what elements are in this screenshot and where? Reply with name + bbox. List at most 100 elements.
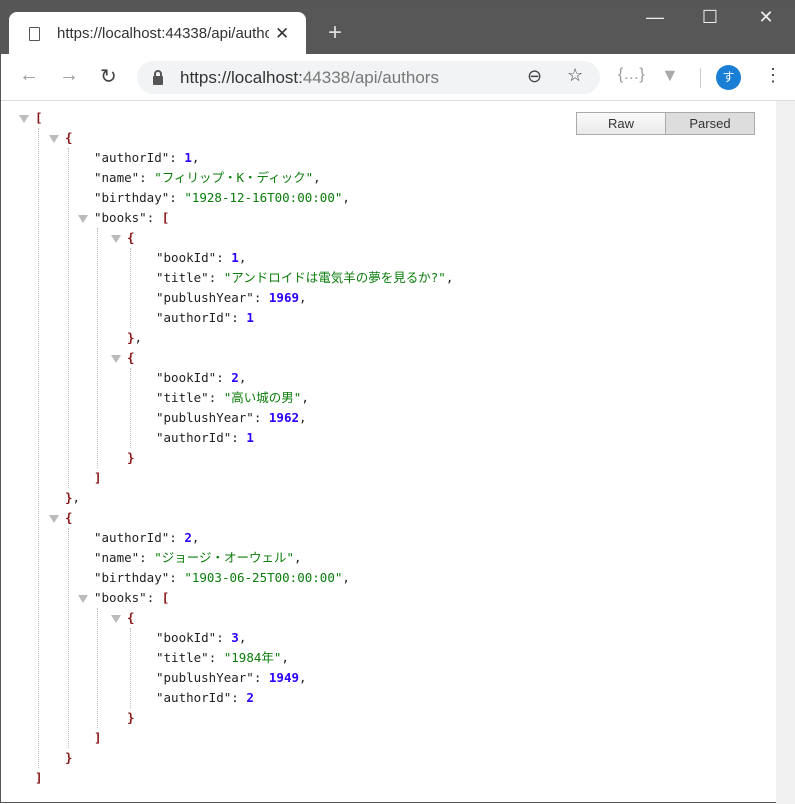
json-line: "title": "高い城の男", — [156, 388, 309, 408]
json-punct: , — [342, 190, 350, 205]
json-punct: , — [238, 250, 247, 265]
json-punct: : — [146, 590, 162, 605]
json-viewer-extension-icon[interactable]: {…} — [618, 66, 645, 84]
json-line: }, — [127, 328, 142, 348]
json-key: "name" — [94, 170, 140, 185]
avatar[interactable]: す — [716, 65, 741, 90]
json-line: ] — [94, 468, 102, 488]
json-punct: : — [216, 630, 232, 645]
lock-icon — [153, 69, 163, 85]
indent-guide — [97, 608, 98, 728]
address-bar[interactable]: https://localhost:44338/api/authors ⊖ ☆ — [137, 61, 600, 94]
json-brace: ] — [35, 770, 43, 785]
json-line: [ — [35, 108, 43, 128]
json-number: 1 — [246, 310, 254, 325]
document-icon — [29, 26, 40, 41]
json-line: "books": [ — [94, 588, 169, 608]
json-punct: : — [146, 210, 162, 225]
json-line: "authorId": 1, — [94, 148, 199, 168]
back-button[interactable]: ← — [19, 64, 39, 87]
json-line: "authorId": 2, — [94, 528, 199, 548]
scrollbar[interactable] — [776, 101, 795, 804]
json-line: "publushYear": 1962, — [156, 408, 307, 428]
json-punct: : — [169, 530, 185, 545]
json-line: "authorId": 2 — [156, 688, 254, 708]
json-key: "bookId" — [156, 250, 217, 265]
json-line: "publushYear": 1969, — [156, 288, 307, 308]
new-tab-button[interactable]: + — [328, 19, 342, 47]
json-punct: , — [445, 270, 454, 285]
json-brace: } — [127, 710, 135, 725]
json-key: "title" — [156, 390, 209, 405]
menu-icon[interactable]: ⋮ — [764, 65, 782, 86]
json-number: 2 — [231, 370, 239, 385]
json-brace: } — [127, 330, 135, 345]
json-key: "bookId" — [156, 370, 217, 385]
json-brace: { — [127, 350, 135, 365]
json-punct: , — [191, 530, 200, 545]
raw-button[interactable]: Raw — [576, 112, 666, 135]
json-brace: ] — [94, 470, 102, 485]
json-punct: : — [139, 170, 155, 185]
json-key: "name" — [94, 550, 140, 565]
json-punct: : — [253, 290, 269, 305]
json-line: { — [127, 608, 135, 628]
vue-extension-icon[interactable]: ▼ — [661, 65, 679, 86]
json-number: 1 — [231, 250, 239, 265]
tab-close-icon[interactable]: ✕ — [275, 24, 289, 44]
forward-button[interactable]: → — [59, 64, 79, 87]
bookmark-star-icon[interactable]: ☆ — [567, 65, 583, 86]
json-key: "title" — [156, 270, 209, 285]
json-line: { — [65, 128, 73, 148]
json-line: } — [65, 748, 73, 768]
json-brace: [ — [161, 590, 170, 605]
indent-guide — [97, 228, 98, 468]
json-line: "bookId": 1, — [156, 248, 246, 268]
json-key: "authorId" — [156, 690, 232, 705]
json-string: "フィリップ・K・ディック" — [154, 170, 314, 185]
json-key: "authorId" — [156, 430, 232, 445]
collapse-toggle-icon[interactable] — [78, 595, 88, 603]
json-key: "title" — [156, 650, 209, 665]
collapse-toggle-icon[interactable] — [78, 215, 88, 223]
json-string: "1984年" — [223, 650, 282, 665]
json-punct: : — [231, 690, 247, 705]
zoom-out-icon[interactable]: ⊖ — [527, 66, 542, 87]
collapse-toggle-icon[interactable] — [111, 615, 121, 623]
collapse-toggle-icon[interactable] — [49, 515, 59, 523]
json-brace: } — [65, 750, 73, 765]
json-brace: [ — [35, 110, 43, 125]
json-line: "publushYear": 1949, — [156, 668, 307, 688]
collapse-toggle-icon[interactable] — [19, 115, 29, 123]
json-punct: , — [299, 290, 307, 305]
json-punct: , — [299, 670, 307, 685]
json-line: "birthday": "1903-06-25T00:00:00", — [94, 568, 350, 588]
json-punct: : — [169, 150, 185, 165]
maximize-button[interactable]: ☐ — [690, 7, 730, 28]
collapse-toggle-icon[interactable] — [111, 235, 121, 243]
minimize-button[interactable]: — — [635, 7, 675, 28]
json-key: "authorId" — [94, 150, 170, 165]
json-brace: } — [127, 450, 135, 465]
json-string: "ジョージ・オーウェル" — [154, 550, 295, 565]
json-line: { — [127, 348, 135, 368]
json-key: "birthday" — [94, 190, 170, 205]
collapse-toggle-icon[interactable] — [111, 355, 121, 363]
browser-tab[interactable]: https://localhost:44338/api/authors ✕ — [9, 12, 306, 55]
url-path: 44338/api/authors — [302, 67, 439, 87]
json-key: "publushYear" — [156, 290, 254, 305]
json-line: "books": [ — [94, 208, 169, 228]
collapse-toggle-icon[interactable] — [49, 135, 59, 143]
reload-button[interactable]: ↻ — [100, 64, 117, 89]
json-key: "authorId" — [156, 310, 232, 325]
json-punct: : — [216, 250, 232, 265]
indent-guide — [130, 628, 131, 708]
json-brace: { — [65, 510, 73, 525]
json-key: "books" — [94, 590, 147, 605]
json-number: 1962 — [268, 410, 300, 425]
json-key: "publushYear" — [156, 410, 254, 425]
window-close-button[interactable]: ✕ — [746, 7, 786, 28]
parsed-button[interactable]: Parsed — [665, 112, 755, 135]
json-line: "name": "ジョージ・オーウェル", — [94, 548, 302, 568]
json-punct: : — [169, 190, 185, 205]
